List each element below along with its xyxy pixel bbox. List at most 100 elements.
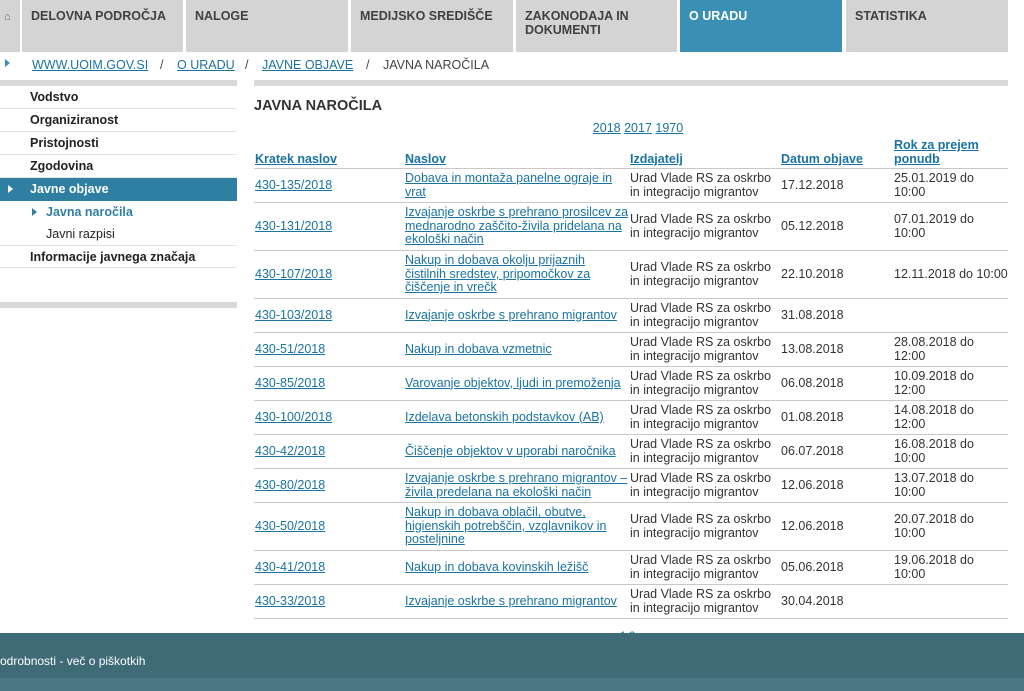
page-title: JAVNA NAROČILA xyxy=(254,98,383,114)
tender-publish-date: 06.08.2018 xyxy=(781,375,844,390)
year-link-2017[interactable]: 2017 xyxy=(624,121,652,135)
table-row: 430-33/2018 Izvajanje oskrbe s prehrano m… xyxy=(254,584,1008,619)
sidebar-subitem-label: Javna naročila xyxy=(46,205,133,219)
breadcrumb-separator: / xyxy=(245,58,249,72)
nav-tab-statistika[interactable]: STATISTIKA xyxy=(846,0,1008,52)
sidebar-item-pristojnosti[interactable]: Pristojnosti xyxy=(0,132,237,155)
table-row: 430-41/2018 Nakup in dobava kovinskih lež… xyxy=(254,550,1008,585)
nav-tab-medijsko-sredisce[interactable]: MEDIJSKO SREDIŠČE xyxy=(351,0,513,52)
sidebar-item-javne-objave[interactable]: Javne objave xyxy=(0,178,237,201)
tender-title-link[interactable]: Izvajanje oskrbe s prehrano migrantov – … xyxy=(405,471,627,499)
tender-id-link[interactable]: 430-135/2018 xyxy=(255,178,332,192)
table-cell: Urad Vlade RS za oskrbo in integracijo m… xyxy=(629,434,780,469)
tender-title-link[interactable]: Nakup in dobava kovinskih ležišč xyxy=(405,560,588,574)
year-link-1970[interactable]: 1970 xyxy=(655,121,683,135)
sidebar-item-organiziranost[interactable]: Organiziranost xyxy=(0,109,237,132)
tender-id-link[interactable]: 430-100/2018 xyxy=(255,410,332,424)
table-cell: 430-135/2018 xyxy=(254,168,404,203)
table-cell: Urad Vlade RS za oskrbo in integracijo m… xyxy=(629,298,780,333)
table-cell xyxy=(893,584,1008,619)
table-cell: 430-33/2018 xyxy=(254,584,404,619)
tender-title-link[interactable]: Izvajanje oskrbe s prehrano migrantov xyxy=(405,308,617,322)
table-cell: 05.12.2018 xyxy=(780,202,893,251)
tender-title-link[interactable]: Dobava in montaža panelne ograje in vrat xyxy=(405,171,612,199)
cookie-notice-text[interactable]: odrobnosti - več o piškotkih xyxy=(0,654,145,668)
table-cell: 06.08.2018 xyxy=(780,366,893,401)
tender-title-link[interactable]: Nakup in dobava oblačil, obutve, higiens… xyxy=(405,505,607,547)
tender-id-link[interactable]: 430-80/2018 xyxy=(255,478,325,492)
sidebar-item-zgodovina[interactable]: Zgodovina xyxy=(0,155,237,178)
table-cell xyxy=(893,298,1008,333)
column-header-publish-date[interactable]: Datum objave xyxy=(780,138,893,169)
table-cell: Izdelava betonskih podstavkov (AB) xyxy=(404,400,629,435)
table-cell: 20.07.2018 do 10:00 xyxy=(893,502,1008,551)
tender-id-link[interactable]: 430-51/2018 xyxy=(255,342,325,356)
tender-id-link[interactable]: 430-41/2018 xyxy=(255,560,325,574)
tender-id-link[interactable]: 430-50/2018 xyxy=(255,519,325,533)
breadcrumb-link-o-uradu[interactable]: O URADU xyxy=(177,58,235,72)
tender-publish-date: 31.08.2018 xyxy=(781,307,844,322)
tender-publish-date: 05.12.2018 xyxy=(781,218,844,233)
table-cell: Urad Vlade RS za oskrbo in integracijo m… xyxy=(629,366,780,401)
column-header-title[interactable]: Naslov xyxy=(404,138,629,169)
tender-id-link[interactable]: 430-33/2018 xyxy=(255,594,325,608)
top-navigation: ⌂ DELOVNA PODROČJA NALOGE MEDIJSKO SREDI… xyxy=(0,0,1024,54)
table-cell: Urad Vlade RS za oskrbo in integracijo m… xyxy=(629,168,780,203)
table-cell: Izvajanje oskrbe s prehrano migrantov xyxy=(404,298,629,333)
tender-publisher: Urad Vlade RS za oskrbo in integracijo m… xyxy=(630,369,772,397)
tender-title-link[interactable]: Nakup in dobava okolju prijaznih čistiln… xyxy=(405,253,590,295)
tender-title-link[interactable]: Izvajanje oskrbe s prehrano prosilcev za… xyxy=(405,205,628,247)
tender-deadline: 10.09.2018 do 12:00 xyxy=(894,369,974,397)
table-cell: 28.08.2018 do 12:00 xyxy=(893,332,1008,367)
breadcrumb-separator: / xyxy=(366,58,370,72)
nav-tab-o-uradu[interactable]: O URADU xyxy=(680,0,842,52)
sidebar-subitem-javni-razpisi[interactable]: Javni razpisi xyxy=(0,223,237,245)
tender-title-link[interactable]: Izdelava betonskih podstavkov (AB) xyxy=(405,410,604,424)
content-divider xyxy=(254,80,1008,86)
tender-deadline: 12.11.2018 do 10:00 xyxy=(894,266,1008,281)
tender-id-link[interactable]: 430-107/2018 xyxy=(255,267,332,281)
year-link-2018[interactable]: 2018 xyxy=(593,121,621,135)
home-button[interactable]: ⌂ xyxy=(0,0,20,52)
tender-deadline: 13.07.2018 do 10:00 xyxy=(894,471,974,499)
nav-tab-zakonodaja[interactable]: ZAKONODAJA IN DOKUMENTI xyxy=(516,0,677,52)
table-cell: Urad Vlade RS za oskrbo in integracijo m… xyxy=(629,332,780,367)
table-row: 430-42/2018 Čiščenje objektov v uporabi n… xyxy=(254,434,1008,469)
table-row: 430-103/2018 Izvajanje oskrbe s prehrano … xyxy=(254,298,1008,333)
tender-title-link[interactable]: Izvajanje oskrbe s prehrano migrantov xyxy=(405,594,617,608)
tender-id-link[interactable]: 430-131/2018 xyxy=(255,219,332,233)
tender-title-link[interactable]: Čiščenje objektov v uporabi naročnika xyxy=(405,444,616,458)
column-header-publisher[interactable]: Izdajatelj xyxy=(629,138,780,169)
column-header-short-title[interactable]: Kratek naslov xyxy=(254,138,404,169)
nav-tab-delovna-podrocja[interactable]: DELOVNA PODROČJA xyxy=(22,0,183,52)
table-cell: Izvajanje oskrbe s prehrano prosilcev za… xyxy=(404,202,629,251)
tender-id-link[interactable]: 430-103/2018 xyxy=(255,308,332,322)
sidebar-item-vodstvo[interactable]: Vodstvo xyxy=(0,86,237,109)
table-cell: 06.07.2018 xyxy=(780,434,893,469)
table-cell: 07.01.2019 do 10:00 xyxy=(893,202,1008,251)
tender-id-link[interactable]: 430-42/2018 xyxy=(255,444,325,458)
sidebar-item-informacije[interactable]: Informacije javnega značaja xyxy=(0,245,237,268)
tender-id-link[interactable]: 430-85/2018 xyxy=(255,376,325,390)
year-filter: 2018 2017 1970 xyxy=(254,121,1008,135)
breadcrumb-arrow-icon xyxy=(5,59,10,67)
table-row: 430-131/2018 Izvajanje oskrbe s prehrano … xyxy=(254,202,1008,251)
tender-title-link[interactable]: Varovanje objektov, ljudi in premoženja xyxy=(405,376,621,390)
table-cell: 12.06.2018 xyxy=(780,502,893,551)
table-cell: 430-100/2018 xyxy=(254,400,404,435)
table-cell: 430-80/2018 xyxy=(254,468,404,503)
table-cell: 430-85/2018 xyxy=(254,366,404,401)
tender-deadline: 07.01.2019 do 10:00 xyxy=(894,212,974,240)
tender-deadline: 25.01.2019 do 10:00 xyxy=(894,171,974,199)
breadcrumb-link-home[interactable]: WWW.UOIM.GOV.SI xyxy=(32,58,148,72)
sidebar-subitem-javna-narocila[interactable]: Javna naročila xyxy=(0,201,237,223)
tender-publish-date: 01.08.2018 xyxy=(781,409,844,424)
tender-publisher: Urad Vlade RS za oskrbo in integracijo m… xyxy=(630,512,772,540)
table-cell: Urad Vlade RS za oskrbo in integracijo m… xyxy=(629,502,780,551)
nav-tab-naloge[interactable]: NALOGE xyxy=(186,0,348,52)
table-row: 430-107/2018 Nakup in dobava okolju prija… xyxy=(254,250,1008,299)
tender-publish-date: 22.10.2018 xyxy=(781,266,844,281)
column-header-deadline[interactable]: Rok za prejem ponudb xyxy=(893,138,1008,169)
tender-title-link[interactable]: Nakup in dobava vzmetnic xyxy=(405,342,552,356)
breadcrumb-link-javne-objave[interactable]: JAVNE OBJAVE xyxy=(262,58,353,72)
